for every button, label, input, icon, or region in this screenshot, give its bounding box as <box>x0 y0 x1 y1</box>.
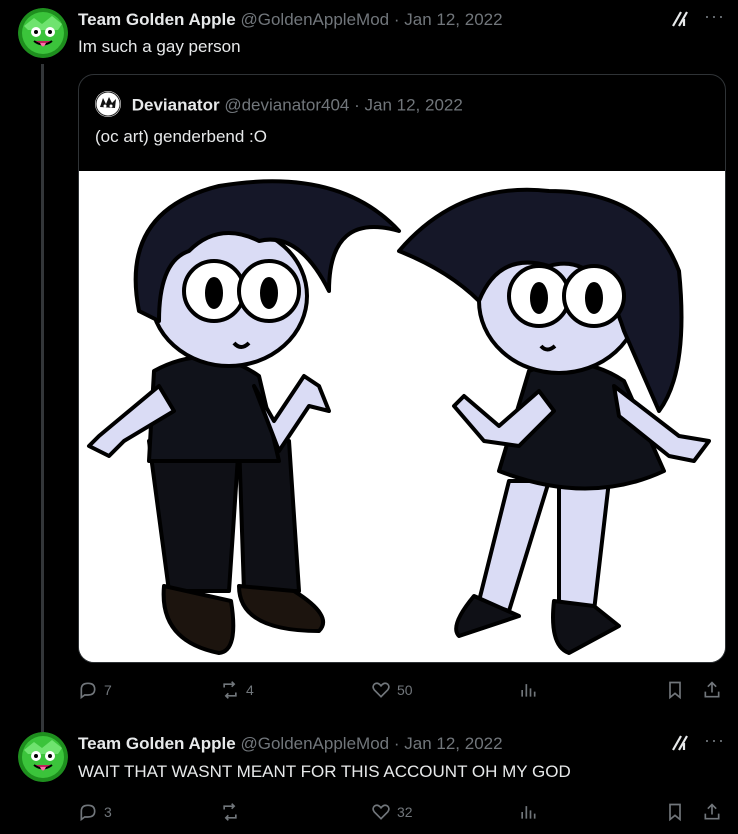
quote-tweet[interactable]: Devianator @devianator404 · Jan 12, 2022… <box>78 74 726 663</box>
grok-icon[interactable] <box>670 733 690 753</box>
views-button[interactable] <box>518 680 544 700</box>
more-icon[interactable]: ··· <box>704 730 725 751</box>
quote-image[interactable] <box>79 171 725 662</box>
quote-avatar[interactable] <box>95 91 121 117</box>
separator-dot: · <box>354 95 360 115</box>
repost-icon <box>223 681 237 699</box>
tweet-2[interactable]: Team Golden Apple @GoldenAppleMod · Jan … <box>0 720 738 834</box>
repost-button[interactable]: 4 <box>220 680 254 700</box>
quote-handle: @devianator404 <box>224 95 350 115</box>
avatar[interactable] <box>18 732 68 782</box>
share-button[interactable] <box>702 680 728 700</box>
share-icon <box>704 681 720 698</box>
repost-icon <box>223 803 237 821</box>
thread-line <box>41 64 44 734</box>
reply-button[interactable]: 7 <box>78 680 112 700</box>
user-handle[interactable]: @GoldenAppleMod <box>240 734 389 753</box>
like-count: 32 <box>397 804 413 820</box>
views-icon <box>521 684 536 697</box>
display-name[interactable]: Team Golden Apple <box>78 734 236 753</box>
tweet-date[interactable]: Jan 12, 2022 <box>404 734 502 753</box>
reply-icon <box>80 682 96 700</box>
tweet-actions: 3 32 <box>78 802 724 824</box>
devianator-avatar-icon <box>95 91 121 117</box>
reply-button[interactable]: 3 <box>78 802 112 822</box>
tweet-actions: 7 4 50 <box>78 680 724 702</box>
like-icon <box>372 804 390 820</box>
like-icon <box>372 682 390 698</box>
views-button[interactable] <box>518 802 544 822</box>
bookmark-button[interactable] <box>665 680 691 700</box>
reply-count: 3 <box>104 804 112 820</box>
reply-count: 7 <box>104 682 112 698</box>
separator-dot: · <box>393 734 400 753</box>
oc-art-illustration <box>79 171 725 662</box>
share-icon <box>704 803 720 820</box>
tweet-text: WAIT THAT WASNT MEANT FOR THIS ACCOUNT O… <box>78 762 571 781</box>
user-handle[interactable]: @GoldenAppleMod <box>240 10 389 29</box>
repost-button[interactable] <box>220 802 246 822</box>
golden-apple-avatar-icon <box>18 732 68 782</box>
separator-dot: · <box>393 10 400 29</box>
share-button[interactable] <box>702 802 728 822</box>
views-icon <box>521 806 536 819</box>
quote-text: (oc art) genderbend :O <box>95 127 267 146</box>
grok-icon[interactable] <box>670 9 690 29</box>
tweet-text: Im such a gay person <box>78 37 241 56</box>
bookmark-icon <box>669 803 681 822</box>
like-button[interactable]: 50 <box>371 680 413 700</box>
bookmark-button[interactable] <box>665 802 691 822</box>
display-name[interactable]: Team Golden Apple <box>78 10 236 29</box>
like-button[interactable]: 32 <box>371 802 413 822</box>
reply-icon <box>80 804 96 822</box>
quote-display-name: Devianator <box>131 95 220 115</box>
quote-header: Devianator @devianator404 · Jan 12, 2022 <box>95 91 463 119</box>
repost-count: 4 <box>246 682 254 698</box>
avatar[interactable] <box>18 8 68 58</box>
tweet-header: Team Golden Apple @GoldenAppleMod · Jan … <box>78 10 503 30</box>
more-icon[interactable]: ··· <box>704 6 725 27</box>
tweet-1[interactable]: Team Golden Apple @GoldenAppleMod · Jan … <box>0 0 738 734</box>
golden-apple-avatar-icon <box>18 8 68 58</box>
tweet-header: Team Golden Apple @GoldenAppleMod · Jan … <box>78 734 503 754</box>
bookmark-icon <box>669 681 681 700</box>
quote-date: Jan 12, 2022 <box>364 95 463 115</box>
like-count: 50 <box>397 682 413 698</box>
tweet-date[interactable]: Jan 12, 2022 <box>404 10 502 29</box>
